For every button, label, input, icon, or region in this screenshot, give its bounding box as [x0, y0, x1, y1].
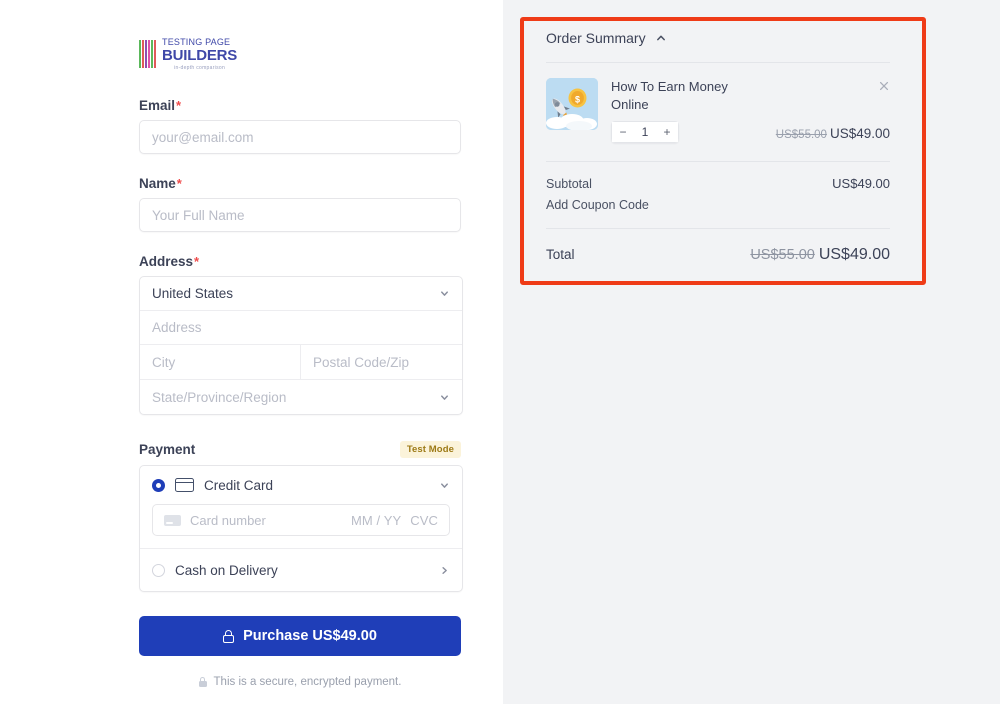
form-column: TESTING PAGE BUILDERS in-depth compariso…	[139, 0, 461, 688]
email-placeholder: your@email.com	[152, 130, 253, 145]
secure-note-text: This is a secure, encrypted payment.	[214, 676, 402, 688]
total-row: Total US$55.00US$49.00	[546, 229, 890, 264]
state-select[interactable]: State/Province/Region	[140, 380, 462, 414]
brand-line-1: TESTING PAGE	[162, 38, 237, 47]
secure-payment-note: This is a secure, encrypted payment.	[139, 676, 461, 688]
order-item-price-line: US$55.00US$49.00	[776, 125, 890, 143]
brand-line-2: BUILDERS	[162, 48, 237, 63]
test-mode-badge: Test Mode	[400, 441, 461, 458]
postal-placeholder: Postal Code/Zip	[313, 355, 409, 370]
email-label-text: Email	[139, 98, 175, 113]
chevron-right-icon[interactable]	[439, 565, 450, 576]
chevron-down-icon	[439, 392, 450, 403]
payment-methods-box: Credit Card Card number MM / YY CVC Cash…	[139, 465, 463, 592]
total-label: Total	[546, 247, 575, 262]
quantity-decrement-button[interactable]: −	[611, 121, 634, 143]
name-label-text: Name	[139, 176, 176, 191]
svg-text:$: $	[575, 95, 580, 105]
order-item-right: US$55.00US$49.00	[776, 78, 890, 143]
purchase-button-label: Purchase US$49.00	[243, 628, 377, 644]
order-totals-section: Subtotal US$49.00 Add Coupon Code	[546, 162, 890, 229]
cash-on-delivery-label: Cash on Delivery	[175, 563, 429, 578]
brand-tagline: in-depth comparison	[162, 66, 237, 71]
quantity-value: 1	[634, 121, 656, 143]
card-brand-icon	[164, 515, 181, 526]
country-value: United States	[152, 286, 233, 301]
add-coupon-code-link[interactable]: Add Coupon Code	[546, 198, 890, 212]
card-cvc-placeholder: CVC	[410, 513, 438, 528]
chevron-up-icon[interactable]	[655, 32, 667, 44]
subtotal-label: Subtotal	[546, 177, 592, 191]
card-expiry-placeholder: MM / YY	[351, 513, 401, 528]
name-label: Name*	[139, 176, 461, 191]
order-summary-header[interactable]: Order Summary	[546, 30, 890, 63]
email-required-mark: *	[176, 98, 181, 113]
email-input[interactable]: your@email.com	[139, 120, 461, 154]
name-placeholder: Your Full Name	[152, 208, 245, 223]
subtotal-value: US$49.00	[832, 176, 890, 191]
credit-card-radio[interactable]	[152, 479, 165, 492]
total-value: US$49.00	[819, 246, 890, 263]
logo-bars-icon	[139, 40, 156, 68]
address-label: Address*	[139, 254, 461, 269]
postal-code-input[interactable]: Postal Code/Zip	[301, 345, 462, 379]
name-required-mark: *	[177, 176, 182, 191]
rocket-and-coin-illustration: $	[546, 78, 598, 130]
brand-logo: TESTING PAGE BUILDERS in-depth compariso…	[139, 32, 461, 76]
order-summary: Order Summary $	[546, 30, 890, 264]
subtotal-row: Subtotal US$49.00	[546, 176, 890, 191]
address-group: United States Address City Postal Code/Z…	[139, 276, 463, 415]
street-placeholder: Address	[152, 320, 202, 335]
quantity-stepper[interactable]: − 1 +	[611, 121, 679, 143]
credit-card-label: Credit Card	[204, 478, 429, 493]
card-number-placeholder: Card number	[190, 513, 342, 528]
purchase-button[interactable]: Purchase US$49.00	[139, 616, 461, 656]
city-placeholder: City	[152, 355, 175, 370]
brand-text: TESTING PAGE BUILDERS in-depth compariso…	[162, 38, 237, 71]
order-item-old-price: US$55.00	[776, 129, 827, 141]
cash-on-delivery-radio[interactable]	[152, 564, 165, 577]
street-address-input[interactable]: Address	[140, 311, 462, 345]
total-amounts: US$55.00US$49.00	[750, 246, 890, 264]
payment-method-cash-on-delivery[interactable]: Cash on Delivery	[140, 549, 462, 591]
lock-icon	[223, 630, 234, 643]
order-item-title: How To Earn Money Online	[611, 78, 761, 113]
quantity-increment-button[interactable]: +	[656, 121, 679, 143]
chevron-down-icon	[439, 288, 450, 299]
city-input[interactable]: City	[140, 345, 301, 379]
credit-card-icon	[175, 478, 194, 492]
checkout-page: TESTING PAGE BUILDERS in-depth compariso…	[0, 0, 1000, 704]
checkout-form-pane: TESTING PAGE BUILDERS in-depth compariso…	[0, 0, 503, 704]
address-required-mark: *	[194, 254, 199, 269]
order-item-details: How To Earn Money Online − 1 +	[598, 78, 776, 143]
city-postal-row: City Postal Code/Zip	[140, 345, 462, 380]
card-number-field[interactable]: Card number MM / YY CVC	[152, 504, 450, 536]
close-icon[interactable]	[878, 80, 890, 92]
payment-heading: Payment	[139, 442, 195, 457]
address-label-text: Address	[139, 254, 193, 269]
name-input[interactable]: Your Full Name	[139, 198, 461, 232]
country-select[interactable]: United States	[140, 277, 462, 311]
order-summary-title: Order Summary	[546, 30, 646, 46]
payment-header: Payment Test Mode	[139, 441, 461, 458]
order-summary-pane: Order Summary $	[503, 0, 1000, 704]
product-thumbnail: $	[546, 78, 598, 130]
chevron-down-icon[interactable]	[439, 480, 450, 491]
lock-small-icon	[199, 677, 207, 687]
total-old-price: US$55.00	[750, 247, 815, 263]
order-item-row: $	[546, 63, 890, 162]
payment-method-credit-card[interactable]: Credit Card	[140, 466, 462, 504]
email-label: Email*	[139, 98, 461, 113]
order-item-price: US$49.00	[830, 126, 890, 141]
state-placeholder: State/Province/Region	[152, 390, 286, 405]
